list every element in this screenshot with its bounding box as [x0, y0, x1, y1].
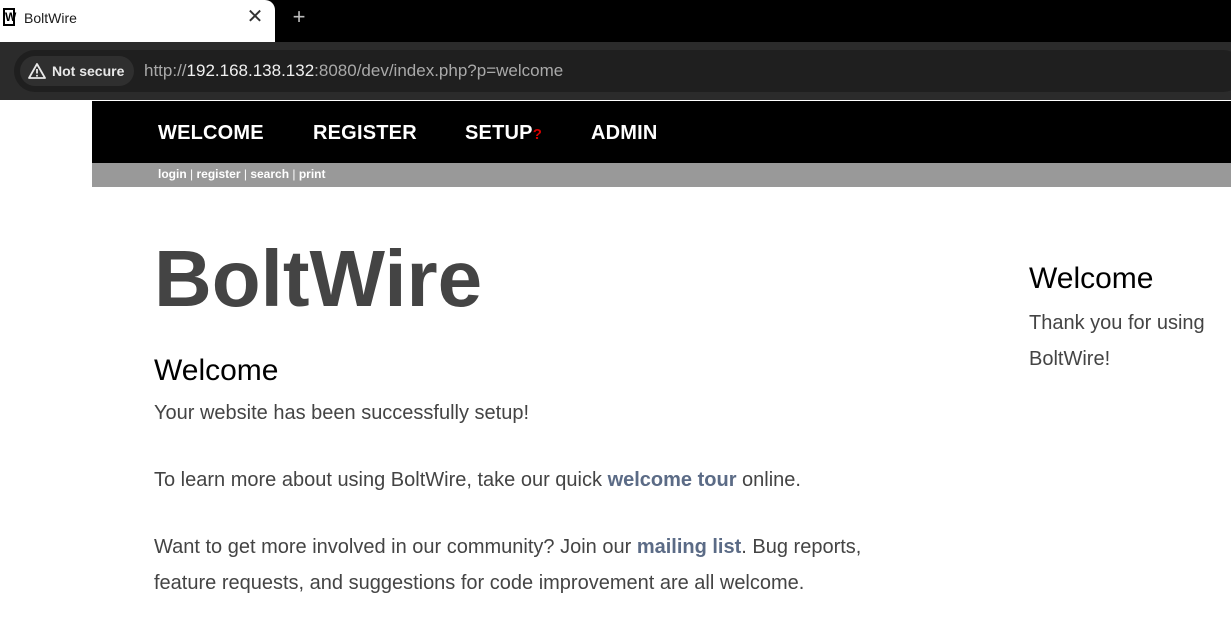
- paragraph-text: To learn more about using BoltWire, take…: [154, 469, 608, 491]
- utility-links: login | register | search | print: [158, 167, 326, 181]
- login-link[interactable]: login: [158, 167, 187, 181]
- paragraph-text: online.: [736, 469, 801, 491]
- utility-bar: login | register | search | print: [92, 163, 1231, 187]
- browser-tab[interactable]: W BoltWire ✕: [0, 0, 275, 42]
- print-link[interactable]: print: [299, 167, 326, 181]
- browser-tab-bar: W BoltWire ✕ +: [0, 0, 1231, 42]
- address-bar[interactable]: Not secure http://192.168.138.132:8080/d…: [14, 50, 1231, 92]
- site-favicon-icon: W: [3, 8, 17, 26]
- sidebar-heading: Welcome: [1029, 262, 1154, 295]
- warning-triangle-icon: [28, 63, 46, 79]
- security-indicator-button[interactable]: Not secure: [20, 56, 134, 86]
- sidebar-text: Thank you for using BoltWire!: [1029, 312, 1205, 370]
- new-tab-icon[interactable]: +: [288, 5, 310, 29]
- url-scheme: http://: [144, 61, 187, 80]
- tab-title: BoltWire: [24, 10, 77, 26]
- setup-question-mark: ?: [532, 126, 543, 143]
- nav-admin-link[interactable]: ADMIN: [591, 122, 658, 145]
- close-tab-icon[interactable]: ✕: [245, 6, 265, 28]
- separator: |: [190, 167, 194, 181]
- separator: |: [292, 167, 296, 181]
- site-navbar: WELCOME REGISTER SETUP? ADMIN: [92, 101, 1231, 163]
- nav-register-link[interactable]: REGISTER: [313, 122, 417, 145]
- community-paragraph: Want to get more involved in our communi…: [154, 529, 894, 601]
- separator: |: [243, 167, 247, 181]
- register-link[interactable]: register: [196, 167, 240, 181]
- nav-welcome-link[interactable]: WELCOME: [158, 122, 264, 145]
- page-heading: Welcome: [154, 354, 279, 387]
- url-path: :8080/dev/index.php?p=welcome: [314, 61, 564, 80]
- browser-toolbar: Not secure http://192.168.138.132:8080/d…: [0, 42, 1231, 100]
- url-text[interactable]: http://192.168.138.132:8080/dev/index.ph…: [144, 61, 563, 81]
- paragraph-text: Want to get more involved in our communi…: [154, 536, 637, 558]
- url-host: 192.168.138.132: [186, 61, 315, 80]
- intro-paragraph: Your website has been successfully setup…: [154, 402, 530, 424]
- search-link[interactable]: search: [250, 167, 289, 181]
- security-label: Not secure: [52, 63, 125, 79]
- nav-setup-label: SETUP: [465, 122, 533, 144]
- nav-setup-link[interactable]: SETUP?: [465, 122, 542, 145]
- tour-paragraph: To learn more about using BoltWire, take…: [154, 462, 894, 498]
- mailing-list-link[interactable]: mailing list: [637, 536, 741, 558]
- welcome-tour-link[interactable]: welcome tour: [608, 469, 737, 491]
- site-title[interactable]: BoltWire: [154, 233, 482, 325]
